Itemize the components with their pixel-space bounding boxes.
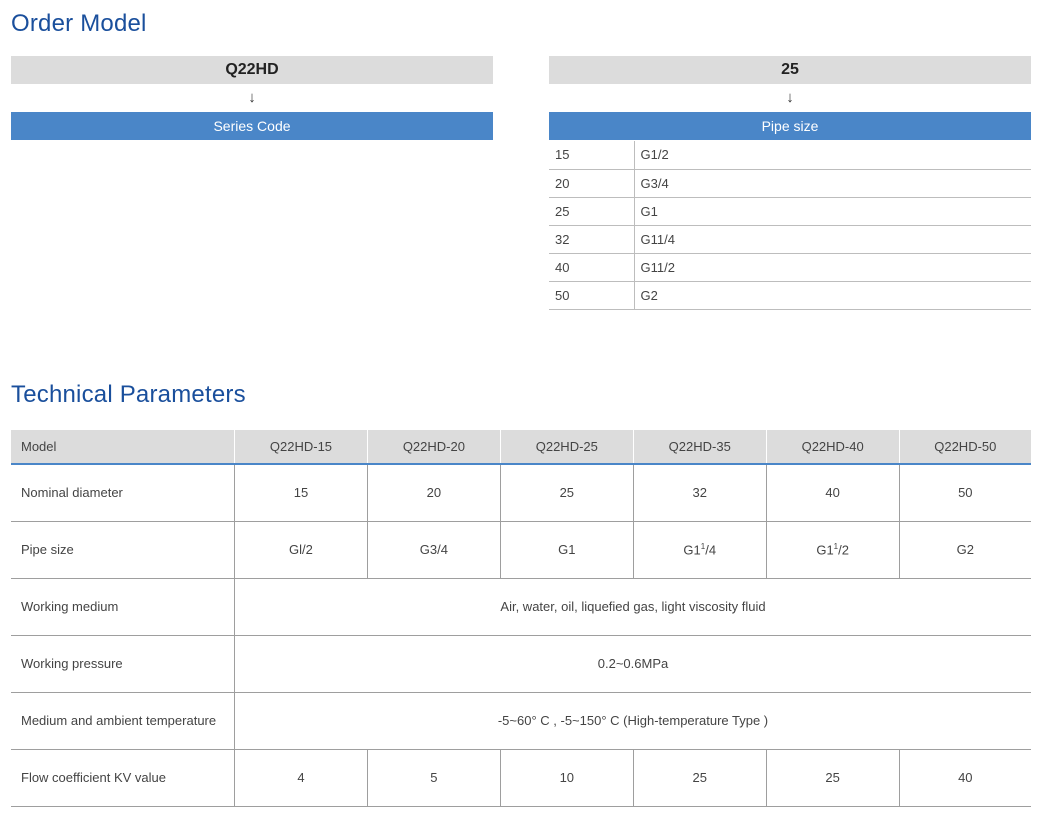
table-row: 15 G1/2 bbox=[549, 141, 1031, 170]
table-cell: 25 bbox=[632, 749, 767, 807]
table-cell: 10 bbox=[499, 749, 634, 807]
table-cell: Gl/2 bbox=[234, 521, 368, 579]
table-cell: 50 bbox=[898, 464, 1031, 522]
row-label: Flow coefficient KV value bbox=[11, 749, 235, 807]
pipe-size-code: 25 bbox=[549, 56, 1031, 84]
table-row: Nominal diameter 15 20 25 32 40 50 bbox=[11, 464, 1031, 522]
pipe-size-value: 50 bbox=[549, 281, 635, 310]
technical-parameters-title: Technical Parameters bbox=[11, 381, 246, 408]
table-row: 32 G11/4 bbox=[549, 225, 1031, 254]
pipe-size-value: 40 bbox=[549, 253, 635, 282]
table-row: 50 G2 bbox=[549, 281, 1031, 310]
order-model-title: Order Model bbox=[11, 10, 147, 37]
pipe-thread-value: G1 bbox=[634, 197, 1031, 226]
pipe-size-value: 15 bbox=[549, 141, 635, 170]
table-cell: G3/4 bbox=[366, 521, 501, 579]
column-header: Q22HD-35 bbox=[632, 430, 767, 465]
down-arrow-icon: ↓ bbox=[248, 89, 256, 106]
row-label: Medium and ambient temperature bbox=[11, 692, 235, 750]
table-header-row: Model Q22HD-15 Q22HD-20 Q22HD-25 Q22HD-3… bbox=[11, 430, 1031, 465]
column-header-model: Model bbox=[11, 430, 235, 465]
table-cell: 15 bbox=[234, 464, 368, 522]
series-code-box: Q22HD ↓ Series Code bbox=[11, 56, 493, 140]
technical-parameters-table: Model Q22HD-15 Q22HD-20 Q22HD-25 Q22HD-3… bbox=[11, 430, 1031, 807]
table-row: Pipe size Gl/2 G3/4 G1 G11/4 G11/2 G2 bbox=[11, 521, 1031, 579]
column-header: Q22HD-20 bbox=[366, 430, 501, 465]
table-row: 25 G1 bbox=[549, 197, 1031, 226]
column-header: Q22HD-40 bbox=[765, 430, 900, 465]
table-cell: 40 bbox=[765, 464, 900, 522]
row-label: Pipe size bbox=[11, 521, 235, 579]
pipe-size-label: Pipe size bbox=[549, 112, 1031, 140]
pipe-thread-value: G2 bbox=[634, 281, 1031, 310]
pipe-thread-value: G3/4 bbox=[634, 169, 1031, 198]
down-arrow-icon: ↓ bbox=[786, 89, 794, 106]
column-header: Q22HD-50 bbox=[898, 430, 1031, 465]
pipe-size-value: 20 bbox=[549, 169, 635, 198]
pipe-size-value: 25 bbox=[549, 197, 635, 226]
row-label: Nominal diameter bbox=[11, 464, 235, 522]
table-row: 20 G3/4 bbox=[549, 169, 1031, 198]
table-cell: G11/4 bbox=[632, 521, 767, 579]
series-code: Q22HD bbox=[11, 56, 493, 84]
cell-base-text: G1 bbox=[683, 542, 701, 558]
pipe-thread-value: G11/2 bbox=[634, 253, 1031, 282]
pipe-size-value: 32 bbox=[549, 225, 635, 254]
column-header: Q22HD-15 bbox=[234, 430, 368, 465]
pipe-thread-value: G1/2 bbox=[634, 141, 1031, 170]
pipe-size-box: 25 ↓ Pipe size bbox=[549, 56, 1031, 140]
table-cell: G2 bbox=[898, 521, 1031, 579]
table-row: Medium and ambient temperature -5~60° C … bbox=[11, 692, 1031, 750]
table-row: Working medium Air, water, oil, liquefie… bbox=[11, 578, 1031, 636]
cell-base-text: G1 bbox=[816, 542, 834, 558]
table-cell: G1 bbox=[499, 521, 634, 579]
table-cell: 32 bbox=[632, 464, 767, 522]
table-cell: 25 bbox=[765, 749, 900, 807]
row-label: Working medium bbox=[11, 578, 235, 636]
table-cell: G11/2 bbox=[765, 521, 900, 579]
table-cell: 25 bbox=[499, 464, 634, 522]
cell-rest-text: /4 bbox=[705, 542, 717, 558]
column-header: Q22HD-25 bbox=[499, 430, 634, 465]
table-cell: 20 bbox=[366, 464, 501, 522]
table-cell: -5~60° C , -5~150° C (High-temperature T… bbox=[234, 692, 1031, 750]
table-cell: 40 bbox=[898, 749, 1031, 807]
row-label: Working pressure bbox=[11, 635, 235, 693]
table-cell: Air, water, oil, liquefied gas, light vi… bbox=[234, 578, 1031, 636]
table-row: Flow coefficient KV value 4 5 10 25 25 4… bbox=[11, 749, 1031, 807]
pipe-size-table: 15 G1/2 20 G3/4 25 G1 32 G11/4 40 G11/2 … bbox=[549, 141, 1031, 310]
table-row: Working pressure 0.2~0.6MPa bbox=[11, 635, 1031, 693]
pipe-thread-value: G11/4 bbox=[634, 225, 1031, 254]
table-row: 40 G11/2 bbox=[549, 253, 1031, 282]
table-cell: 4 bbox=[234, 749, 368, 807]
series-code-label: Series Code bbox=[11, 112, 493, 140]
cell-rest-text: /2 bbox=[838, 542, 849, 558]
table-cell: 0.2~0.6MPa bbox=[234, 635, 1031, 693]
table-cell: 5 bbox=[366, 749, 501, 807]
